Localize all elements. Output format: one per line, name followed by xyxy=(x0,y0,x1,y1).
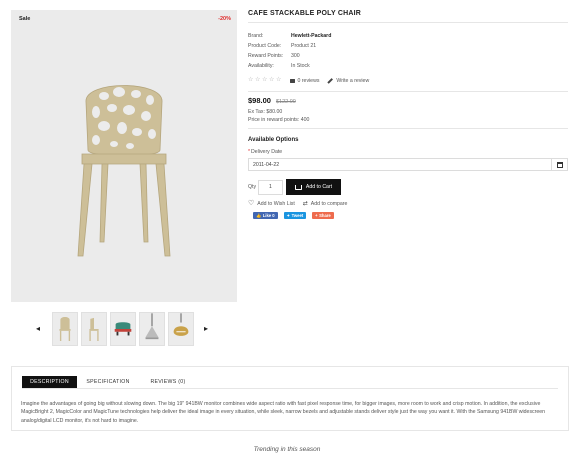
sale-badge: Sale xyxy=(19,16,31,22)
star-icon: ☆ xyxy=(269,77,275,84)
cart-row: Qty 1 Add to Cart xyxy=(248,179,568,195)
compare-icon: ⇄ xyxy=(302,201,308,207)
calendar-button[interactable] xyxy=(551,159,567,170)
reward-price: Price in reward points: 400 xyxy=(248,117,310,123)
price-divider xyxy=(248,128,568,129)
plus-icon: + xyxy=(315,213,318,218)
price-row: $98.00 $122.00 xyxy=(248,96,568,105)
ex-tax: Ex Tax: $80.00 xyxy=(248,109,283,115)
thumbnail-pendant-lamp-gold[interactable] xyxy=(168,312,194,346)
meta-row-reward-points: Reward Points: 300 xyxy=(248,53,300,59)
product-meta: Brand: Hewlett-Packard Product Code: Pro… xyxy=(248,31,568,71)
title-divider xyxy=(248,22,568,23)
product-image-gallery: Sale -20% xyxy=(11,10,237,302)
price-new: $98.00 xyxy=(248,96,271,105)
tab-divider xyxy=(22,388,558,389)
star-icon: ☆ xyxy=(262,77,268,84)
tab-bar: DESCRIPTION SPECIFICATION REVIEWS (0) xyxy=(22,376,197,388)
brand-link[interactable]: Hewlett-Packard xyxy=(291,31,331,41)
tab-description[interactable]: DESCRIPTION xyxy=(22,376,77,388)
heart-icon: ♡ xyxy=(248,200,255,207)
share-button[interactable]: + Share xyxy=(312,212,334,219)
thumbnail-strip: ◂ ▸ xyxy=(33,312,213,346)
tab-reviews[interactable]: REVIEWS (0) xyxy=(139,376,197,388)
wishlist-compare-row: ♡ Add to Wish List ⇄ Add to compare xyxy=(248,200,568,208)
thumbnails-next-arrow[interactable]: ▸ xyxy=(201,324,211,334)
trending-heading: Trending in this season xyxy=(253,446,321,453)
thumbnail-chair-beige-side[interactable] xyxy=(81,312,107,346)
bird-icon: ✦ xyxy=(286,213,291,218)
cart-icon xyxy=(294,184,302,190)
comment-icon xyxy=(289,78,295,84)
calendar-icon xyxy=(556,161,563,168)
tab-specification[interactable]: SPECIFICATION xyxy=(77,376,139,388)
rating-stars: ☆ ☆ ☆ ☆ ☆ xyxy=(248,78,282,84)
delivery-date-label: *Delivery Date xyxy=(248,149,283,155)
write-review-link[interactable]: Write a review xyxy=(327,78,369,84)
add-to-compare-link[interactable]: ⇄ Add to compare xyxy=(303,201,348,207)
pencil-icon xyxy=(327,78,334,84)
thumbnail-pendant-lamp[interactable] xyxy=(139,312,165,346)
rating-row: ☆ ☆ ☆ ☆ ☆ 0 reviews Write a review xyxy=(248,77,568,85)
rating-divider xyxy=(248,91,568,92)
thumbnail-chair-green-red[interactable] xyxy=(110,312,136,346)
meta-row-availability: Availability: In Stock xyxy=(248,63,310,69)
delivery-date-input[interactable]: 2011-04-22 xyxy=(248,158,568,171)
star-icon: ☆ xyxy=(255,77,261,84)
qty-input[interactable]: 1 xyxy=(258,179,283,195)
product-info: CAFE STACKABLE POLY CHAIR Brand: Hewlett… xyxy=(248,10,568,219)
meta-row-product-code: Product Code: Product 21 xyxy=(248,43,317,49)
add-to-wishlist-link[interactable]: ♡ Add to Wish List xyxy=(248,200,295,207)
product-title: CAFE STACKABLE POLY CHAIR xyxy=(248,10,361,17)
star-icon: ☆ xyxy=(248,77,254,84)
qty-label: Qty xyxy=(248,184,257,190)
thumbnail-chair-beige-front[interactable] xyxy=(52,312,78,346)
star-icon: ☆ xyxy=(276,77,282,84)
thumbs-up-icon: 👍 xyxy=(256,212,262,218)
reviews-link[interactable]: 0 reviews xyxy=(289,78,319,84)
product-tabs: DESCRIPTION SPECIFICATION REVIEWS (0) Im… xyxy=(11,366,569,431)
add-to-cart-button[interactable]: Add to Cart xyxy=(286,179,341,195)
options-title: Available Options xyxy=(248,137,299,143)
price-old: $122.00 xyxy=(275,99,296,105)
meta-row-brand: Brand: Hewlett-Packard xyxy=(248,31,332,41)
main-product-image[interactable] xyxy=(74,72,174,258)
facebook-like-button[interactable]: 👍 Like 0 xyxy=(253,212,278,219)
twitter-tweet-button[interactable]: ✦ Tweet xyxy=(283,212,307,219)
description-text: Imagine the advantages of going big with… xyxy=(21,401,546,424)
discount-badge: -20% xyxy=(218,16,231,22)
thumbnails-prev-arrow[interactable]: ◂ xyxy=(33,324,43,334)
share-buttons: 👍 Like 0 ✦ Tweet + Share xyxy=(253,212,568,219)
